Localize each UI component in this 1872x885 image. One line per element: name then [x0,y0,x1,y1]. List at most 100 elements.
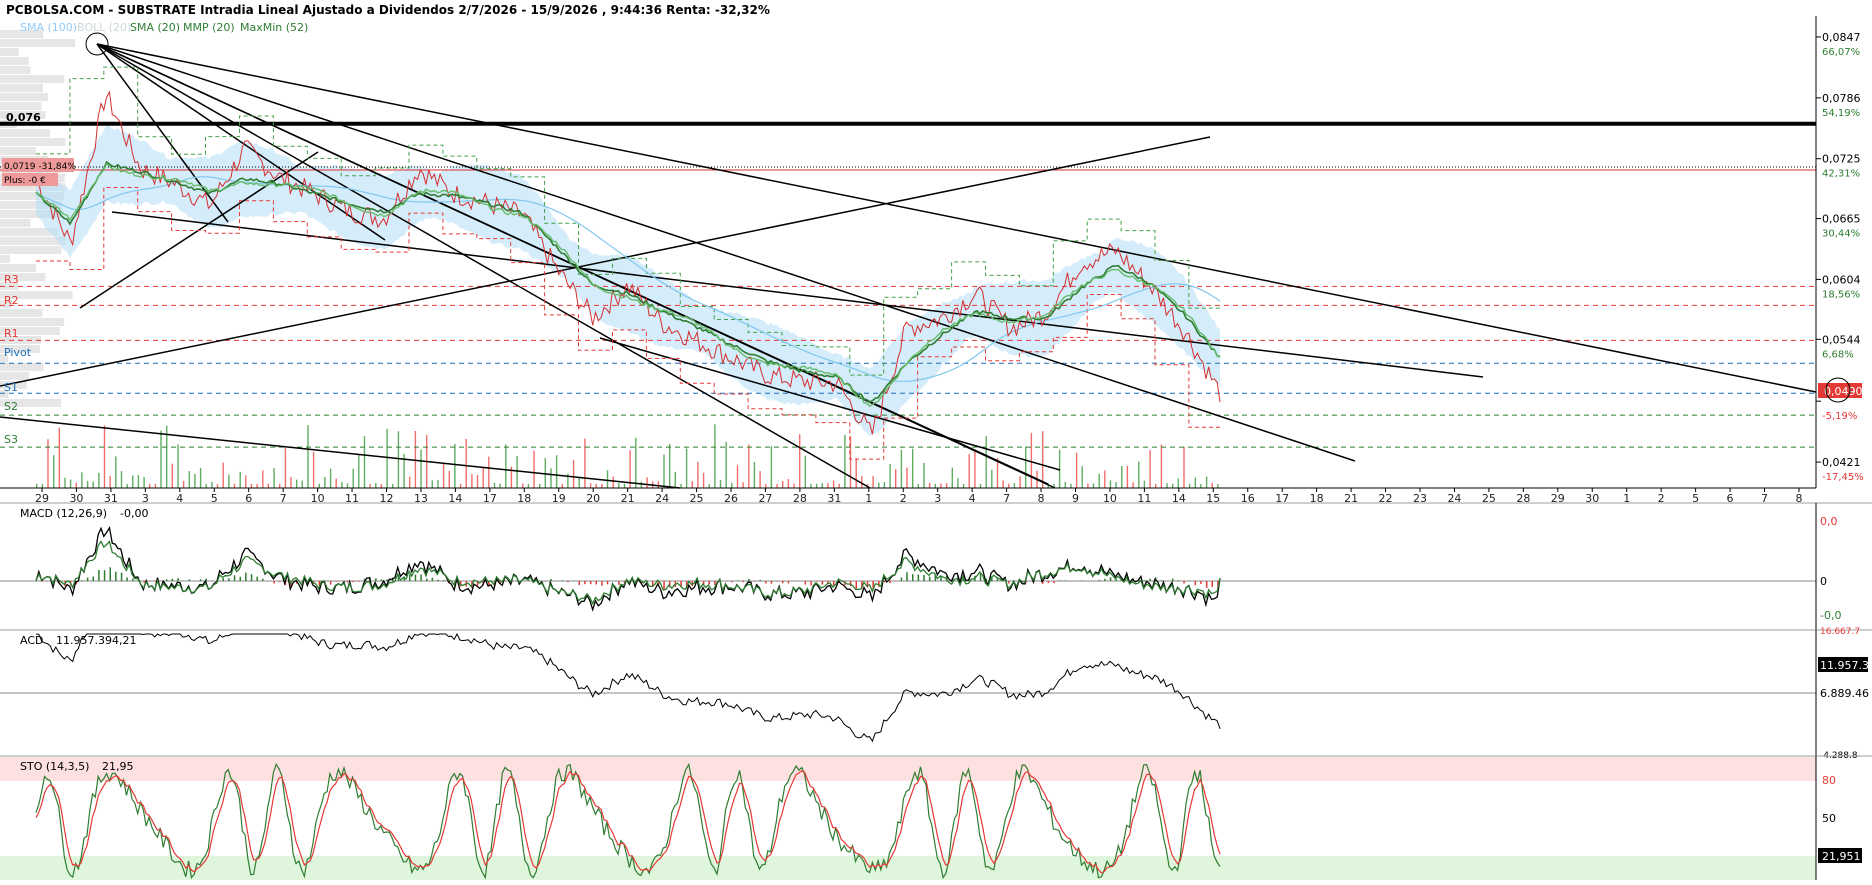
macd-histogram-bar [98,570,100,581]
volume-bar [279,483,281,488]
volume-bar [928,482,931,488]
volume-bar [250,484,253,488]
sto-oversold-zone [0,856,1816,880]
y-tick-label: 0,0786 [1822,92,1861,105]
volume-bar [991,469,993,488]
volume-bar [612,476,614,488]
volume-bar [160,430,162,488]
volume-bar [719,479,722,488]
macd-histogram-bar [1177,580,1180,581]
volume-bar [799,434,801,488]
macd-histogram-bar [1064,580,1067,581]
volume-bar [1058,449,1061,488]
volume-bar [120,471,123,488]
macd-histogram-bar [143,581,145,583]
volume-bar [1019,476,1021,488]
macd-histogram-bar [731,581,733,583]
volume-bar [1194,477,1196,488]
volume-bar [516,456,518,488]
legend-sma100: SMA (100) [20,21,77,34]
volume-bar [380,484,383,488]
volume-bar [731,482,733,488]
volume-bar [86,480,89,488]
acd-value: 11.957.394,21 [56,634,136,647]
macd-histogram-bar [601,581,603,586]
volume-bar [578,477,580,488]
volume-bar [335,478,337,488]
y-tick-label: 0,0665 [1822,213,1861,226]
volume-bar [606,470,609,488]
volume-bar [753,461,756,488]
volume-bar [205,483,207,488]
volume-bar [1002,480,1004,488]
macd-histogram-bar [1104,578,1106,581]
macd-histogram-bar [759,579,761,581]
volume-bar [312,452,315,488]
macd-histogram-bar [782,581,784,584]
sto-tick-80: 80 [1822,774,1836,787]
volume-bar [623,483,626,488]
volume-bar [296,479,298,488]
volume-bar [69,479,72,488]
macd-histogram-bar [821,581,824,585]
volume-bar [555,455,558,488]
macd-tick-zero: 0 [1820,575,1827,588]
volume-bar [640,481,643,488]
volume-bar [36,483,38,488]
volume-bar [1132,482,1134,488]
price-y-ticks: 0,0847 66,07% 0,0786 54,19% 0,0725 42,31% 0,06… [1816,31,1864,483]
volume-profile-bar [0,219,31,227]
sto-panel: STO (14,3,5) 21,95 80 50 21,951 [0,755,1872,880]
macd-histogram-bar [917,574,920,581]
acd-tick-mid: 6.889.46 [1820,687,1869,700]
macd-histogram-bar [245,572,247,581]
volume-bar [1092,483,1095,488]
volume-bar [539,484,541,488]
pivot-label-s2: S2 [4,400,18,413]
y-tick-label: 0,0725 [1822,153,1861,166]
volume-bar [827,483,829,488]
volume-bar [985,436,987,488]
volume-bar [691,481,693,488]
macd-histogram-bar [1194,581,1197,586]
macd-histogram-bar [239,576,241,581]
volume-bar [1121,466,1123,488]
macd-signal-line [35,540,1221,606]
cursor-price-text: 0,0719 -31,84% [4,162,76,172]
macd-histogram-bar [855,581,857,589]
volume-profile-bar [0,66,31,74]
volume-bar [572,460,575,488]
macd-histogram-bar [787,581,790,584]
macd-histogram-bar [120,572,123,581]
volume-profile-bar [0,255,10,263]
macd-histogram-bar [414,574,417,581]
macd-histogram-bar [1143,580,1146,581]
volume-bar [646,477,648,488]
volume-bar [41,483,44,488]
macd-histogram-bar [380,579,383,581]
macd-histogram-bar [906,572,908,581]
volume-bar [759,471,761,488]
volume-bar [974,450,976,488]
acd-last-text: 11.957.3 [1820,659,1869,672]
macd-histogram-bar [1053,581,1055,584]
volume-bar [934,483,936,488]
macd-histogram-bar [228,578,230,581]
volume-bar [821,483,823,488]
macd-histogram-bar [132,578,134,581]
volume-bar [132,475,134,488]
y-tick-label: 0,0544 [1822,333,1861,346]
volume-bar [137,475,140,488]
volume-bar [448,470,450,488]
macd-histogram-bar [572,580,575,581]
volume-profile-bar [0,102,42,110]
price-panel-background [0,16,1816,488]
volume-profile-bar [0,75,65,83]
volume-bar [550,468,552,488]
volume-bar [431,480,433,488]
volume-bar [900,449,903,488]
volume-bar [1115,482,1117,488]
volume-bar [544,458,546,488]
volume-bar [855,458,857,488]
y-tick-percent: -17,45% [1822,472,1864,483]
